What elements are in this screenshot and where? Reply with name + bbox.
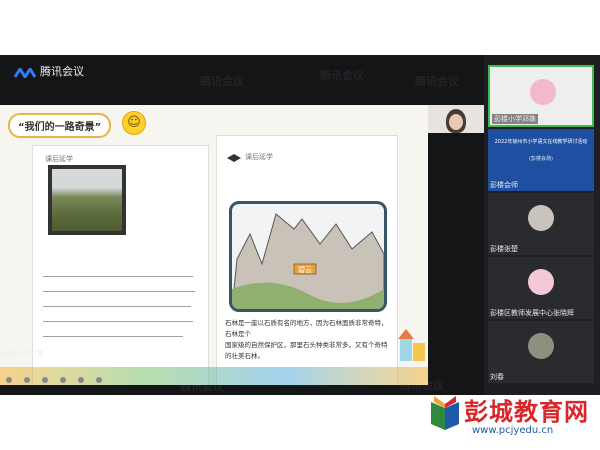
participant-name: 彭楼张楚	[490, 245, 518, 253]
presenter-camera-thumbnail[interactable]	[428, 105, 484, 133]
participant-name: 彭楼小学邓姝	[492, 114, 538, 124]
left-page-heading: 课后延学	[45, 155, 73, 163]
handwriting-line-2: 国家级的自然保护区，那里石头种类非常多，又有个奇特的壮美石林。	[225, 341, 388, 360]
control-icon[interactable]	[42, 377, 48, 383]
participant-name: 彭楼区教师发展中心张晓辉	[490, 309, 574, 317]
control-icon[interactable]	[96, 377, 102, 383]
venue-slide-title: 2022年徐州市小学语文在线教学研讨活动	[494, 139, 588, 145]
participant-tile[interactable]: 刘春	[488, 321, 594, 383]
person-face	[449, 114, 463, 130]
graduation-cap-icon	[227, 154, 241, 162]
smiley-icon: ☺	[122, 111, 146, 135]
meeting-window: 腾讯会议 腾讯会议 腾讯会议 腾讯会议 腾讯会议 腾讯会议 腾讯会议 “我们的一…	[0, 55, 600, 395]
handwriting-line	[43, 321, 193, 322]
watermark: 腾讯会议	[200, 75, 244, 88]
local-video-name: 彭楼小学邓姝	[2, 350, 44, 358]
right-page-heading: 课后延学	[245, 153, 273, 161]
site-logo-name: 彭城教育网	[464, 398, 589, 426]
watermark: 腾讯会议	[415, 75, 459, 88]
avatar	[528, 333, 554, 359]
participant-tile[interactable]: 彭楼区教师发展中心张晓辉	[488, 257, 594, 319]
slide-title: “我们的一路奇景”	[8, 113, 112, 138]
participant-tile[interactable]: 彭楼小学邓姝	[488, 65, 594, 127]
house-decoration-icon	[398, 325, 428, 365]
shared-screen: “我们的一路奇景” ☺ 课后延学 课后延学 碧云 石林是一座以石质有名的地方，因…	[0, 105, 428, 385]
right-notebook-page: 课后延学 碧云 石林是一座以石质有名的地方，因为石林面质非常奇特，石林是个 国家…	[216, 135, 398, 385]
avatar	[528, 205, 554, 231]
participant-name: 刘春	[490, 373, 504, 381]
participant-name: 彭楼会师	[490, 181, 518, 189]
participant-panel: 彭楼小学邓姝 2022年徐州市小学语文在线教学研讨活动 (彭楼会场) 彭楼会师 …	[484, 55, 600, 395]
tencent-meeting-logo-icon	[14, 68, 36, 78]
handwriting-line	[43, 276, 193, 277]
control-icon[interactable]	[6, 377, 12, 383]
handwriting-line	[43, 291, 195, 292]
app-title: 腾讯会议	[40, 65, 84, 78]
handwriting-line	[43, 306, 191, 307]
handwriting-line	[43, 336, 183, 337]
control-icon[interactable]	[78, 377, 84, 383]
participant-tile[interactable]: 彭楼张楚	[488, 193, 594, 255]
venue-slide-sub: (彭楼会场)	[529, 156, 553, 162]
avatar	[530, 79, 556, 105]
drawing-label: 碧云	[298, 265, 312, 274]
slide-controls[interactable]	[6, 377, 186, 383]
stone-forest-drawing: 碧云	[229, 201, 387, 312]
participant-tile[interactable]: 2022年徐州市小学语文在线教学研讨活动 (彭楼会场) 彭楼会师	[488, 129, 594, 191]
avatar	[528, 269, 554, 295]
handwriting-text: 石林是一座以石质有名的地方，因为石林面质非常奇特，石林是个 国家级的自然保护区，…	[225, 318, 390, 362]
control-icon[interactable]	[24, 377, 30, 383]
top-margin	[0, 0, 600, 55]
drawing-art: 碧云	[232, 213, 384, 309]
handwriting-line-1: 石林是一座以石质有名的地方，因为石林面质非常奇特，石林是个	[225, 319, 388, 338]
watermark: 腾讯会议	[320, 69, 364, 82]
control-icon[interactable]	[60, 377, 66, 383]
open-book-logo-icon	[431, 396, 459, 430]
mountain-photo	[48, 165, 126, 235]
site-logo-url[interactable]: www.pcjyedu.cn	[472, 425, 553, 436]
